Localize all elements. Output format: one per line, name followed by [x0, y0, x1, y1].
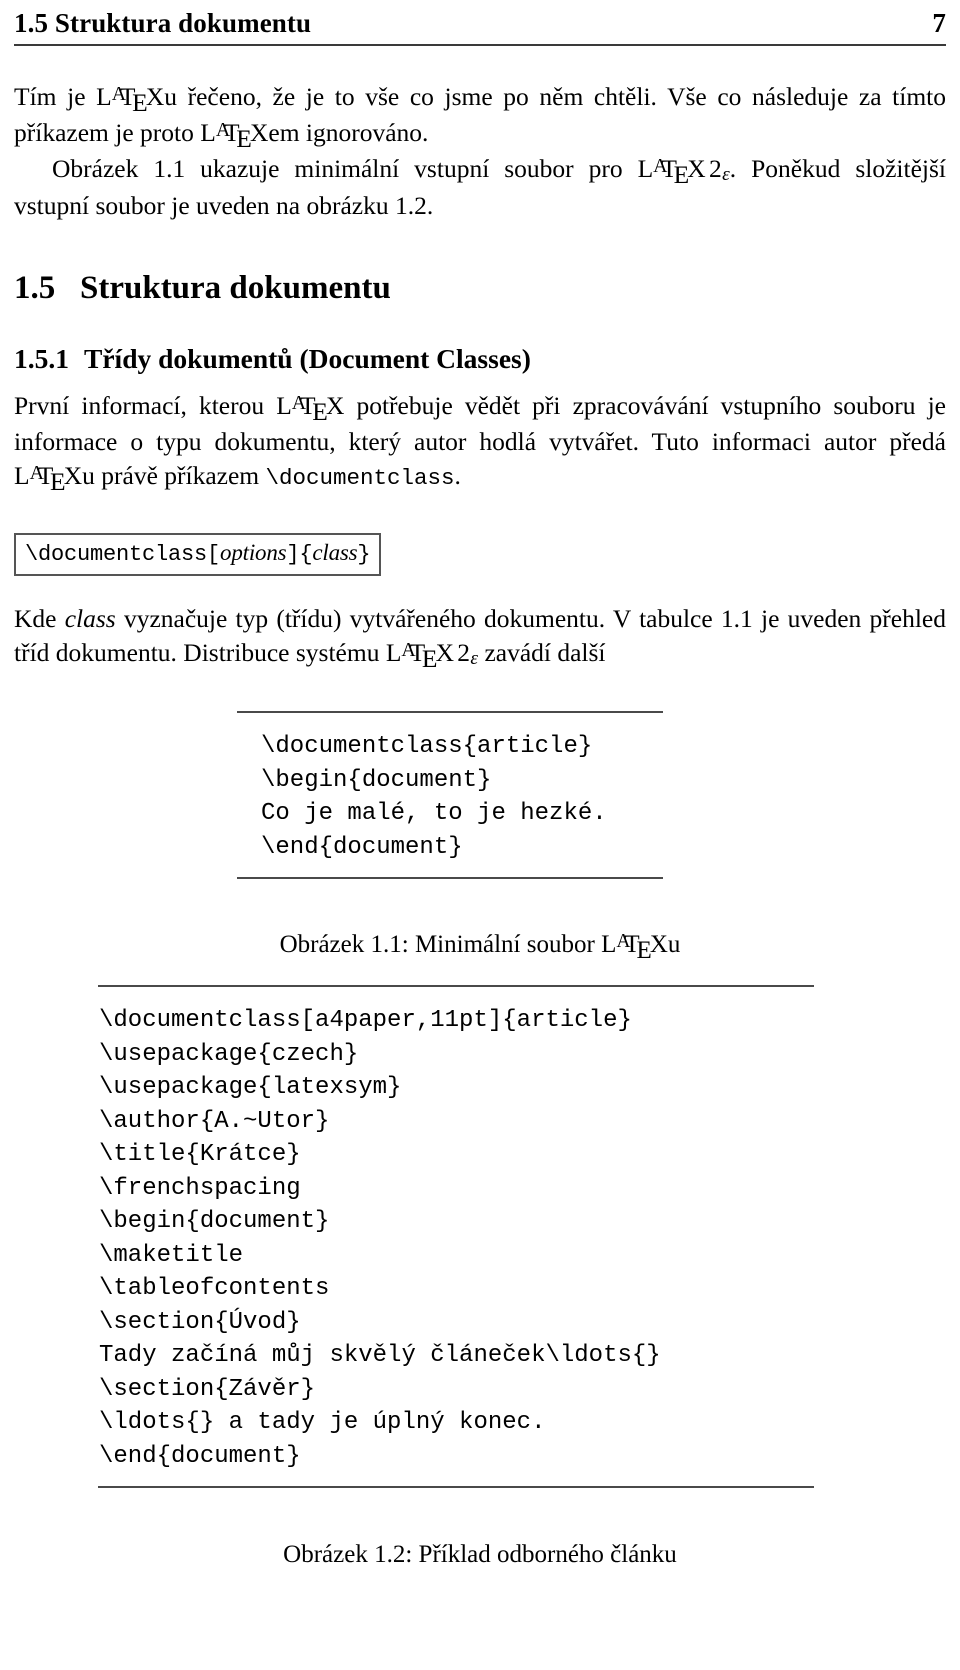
paragraph-4: Kde class vyznačuje typ (třídu) vytvářen… — [14, 602, 946, 673]
class-description-block: Kde class vyznačuje typ (třídu) vytvářen… — [14, 602, 946, 673]
latex-l: L — [96, 82, 112, 111]
latex-x: X — [145, 82, 165, 111]
header-section-title: 1.5 Struktura dokumentu — [14, 8, 312, 38]
latex-epsilon: ε — [722, 164, 730, 186]
paragraph-3-text-d: . — [454, 461, 461, 490]
latex-e: E — [421, 643, 438, 673]
latex-a: A — [111, 83, 127, 106]
paragraph-3-text-a: První informací, kterou — [14, 391, 277, 420]
latex-e: E — [50, 466, 66, 496]
subsection-heading: 1.5.1 Třídy dokumentů (Document Classes) — [14, 341, 946, 377]
paragraph-4-text-a: Kde — [14, 604, 65, 633]
latex-e: E — [132, 87, 148, 117]
paragraph-4-italic-class: class — [64, 604, 116, 633]
header-rule — [14, 44, 946, 46]
figure-2-bottom-rule — [98, 1486, 814, 1488]
subsection-number: 1.5.1 — [14, 343, 69, 374]
paragraph-2-text-a: Obrázek 1.1 ukazuje minimální vstupní so… — [52, 154, 638, 183]
latex-x: X — [435, 638, 454, 667]
command-middle: ]{ — [286, 542, 313, 567]
latex-a: A — [401, 639, 416, 662]
latex-l: L — [200, 118, 216, 147]
figure-2-code: \documentclass[a4paper,11pt]{article} \u… — [99, 1007, 661, 1470]
figure-1-caption-text-b: u — [667, 931, 681, 958]
latex-e: E — [636, 936, 652, 964]
latex-epsilon: ε — [470, 648, 479, 670]
latex-logo: LATEX — [276, 391, 345, 426]
paragraph-1: Tím je LATEXu řečeno, že je to vše co js… — [14, 80, 946, 153]
latex-a: A — [653, 155, 668, 178]
latex-e: E — [236, 123, 252, 153]
latex-a: A — [215, 119, 231, 142]
page-number: 7 — [932, 8, 946, 38]
latex-a: A — [29, 462, 44, 485]
latex-l: L — [276, 391, 292, 420]
figure-1-code: \documentclass{article} \begin{document}… — [261, 733, 607, 861]
latex-e: E — [312, 396, 328, 426]
paragraph-4-text-c: zavádí další — [478, 638, 606, 667]
classes-paragraph-block: První informací, kterou LATEX potřebuje … — [14, 389, 946, 496]
latex-x: X — [649, 931, 668, 958]
latex-x: X — [687, 154, 706, 183]
latex-logo: LATEX — [601, 931, 668, 964]
latex-two: 2 — [457, 638, 471, 667]
figure-2-caption: Obrázek 1.2: Příklad odborného článku — [283, 1541, 677, 1568]
paragraph-1-text-a: Tím je — [14, 82, 97, 111]
figure-1-caption: Obrázek 1.1: Minimální soubor LATEXu — [14, 928, 946, 964]
document-page: 1.5 Struktura dokumentu 7 Tím je LATEXu … — [0, 0, 960, 1670]
latex2e-logo: LATEX 2ε — [637, 154, 730, 189]
latex-two: 2 — [709, 154, 722, 183]
latex-a: A — [291, 392, 307, 415]
latex-logo: LATEX — [200, 118, 269, 153]
figure-1-bottom-rule — [237, 877, 663, 879]
figure-1: \documentclass{article} \begin{document}… — [237, 711, 663, 879]
figure-2: \documentclass[a4paper,11pt]{article} \u… — [98, 985, 814, 1488]
latex-l: L — [601, 931, 617, 958]
command-arg-options: options — [220, 540, 287, 565]
command-prefix: \documentclass[ — [25, 542, 221, 567]
running-header: 1.5 Struktura dokumentu 7 — [14, 8, 946, 46]
latex-x: X — [325, 391, 345, 420]
latex-l: L — [14, 461, 30, 490]
figure-1-caption-text-a: Obrázek 1.1: Minimální soubor — [279, 931, 602, 958]
latex-x: X — [249, 118, 269, 147]
latex-l: L — [385, 638, 402, 667]
section-title: Struktura dokumentu — [80, 270, 391, 306]
paragraph-3-text-c: u právě příkazem — [82, 461, 266, 490]
command-arg-class: class — [312, 540, 358, 565]
latex-logo: LATEX — [96, 82, 165, 117]
paragraph-1-text-c: em ignorováno. — [268, 118, 429, 147]
latex-l: L — [637, 154, 654, 183]
paragraph-2: Obrázek 1.1 ukazuje minimální vstupní so… — [14, 152, 946, 223]
intro-paragraph-block: Tím je LATEXu řečeno, že je to vše co js… — [14, 80, 946, 223]
latex-e: E — [673, 159, 690, 189]
latex2e-logo: LATEX 2ε — [385, 638, 479, 673]
section-number: 1.5 — [14, 270, 56, 306]
latex-x: X — [63, 461, 83, 490]
section-heading: 1.5 Struktura dokumentu — [14, 268, 946, 308]
latex-a: A — [616, 931, 631, 953]
documentclass-inline-command: \documentclass — [265, 465, 455, 491]
subsection-title: Třídy dokumentů (Document Classes) — [84, 343, 531, 374]
latex-logo: LATEX — [14, 461, 83, 496]
command-suffix: } — [357, 542, 371, 567]
paragraph-3: První informací, kterou LATEX potřebuje … — [14, 389, 946, 496]
command-syntax-box: \documentclass[options]{class} — [14, 533, 382, 576]
